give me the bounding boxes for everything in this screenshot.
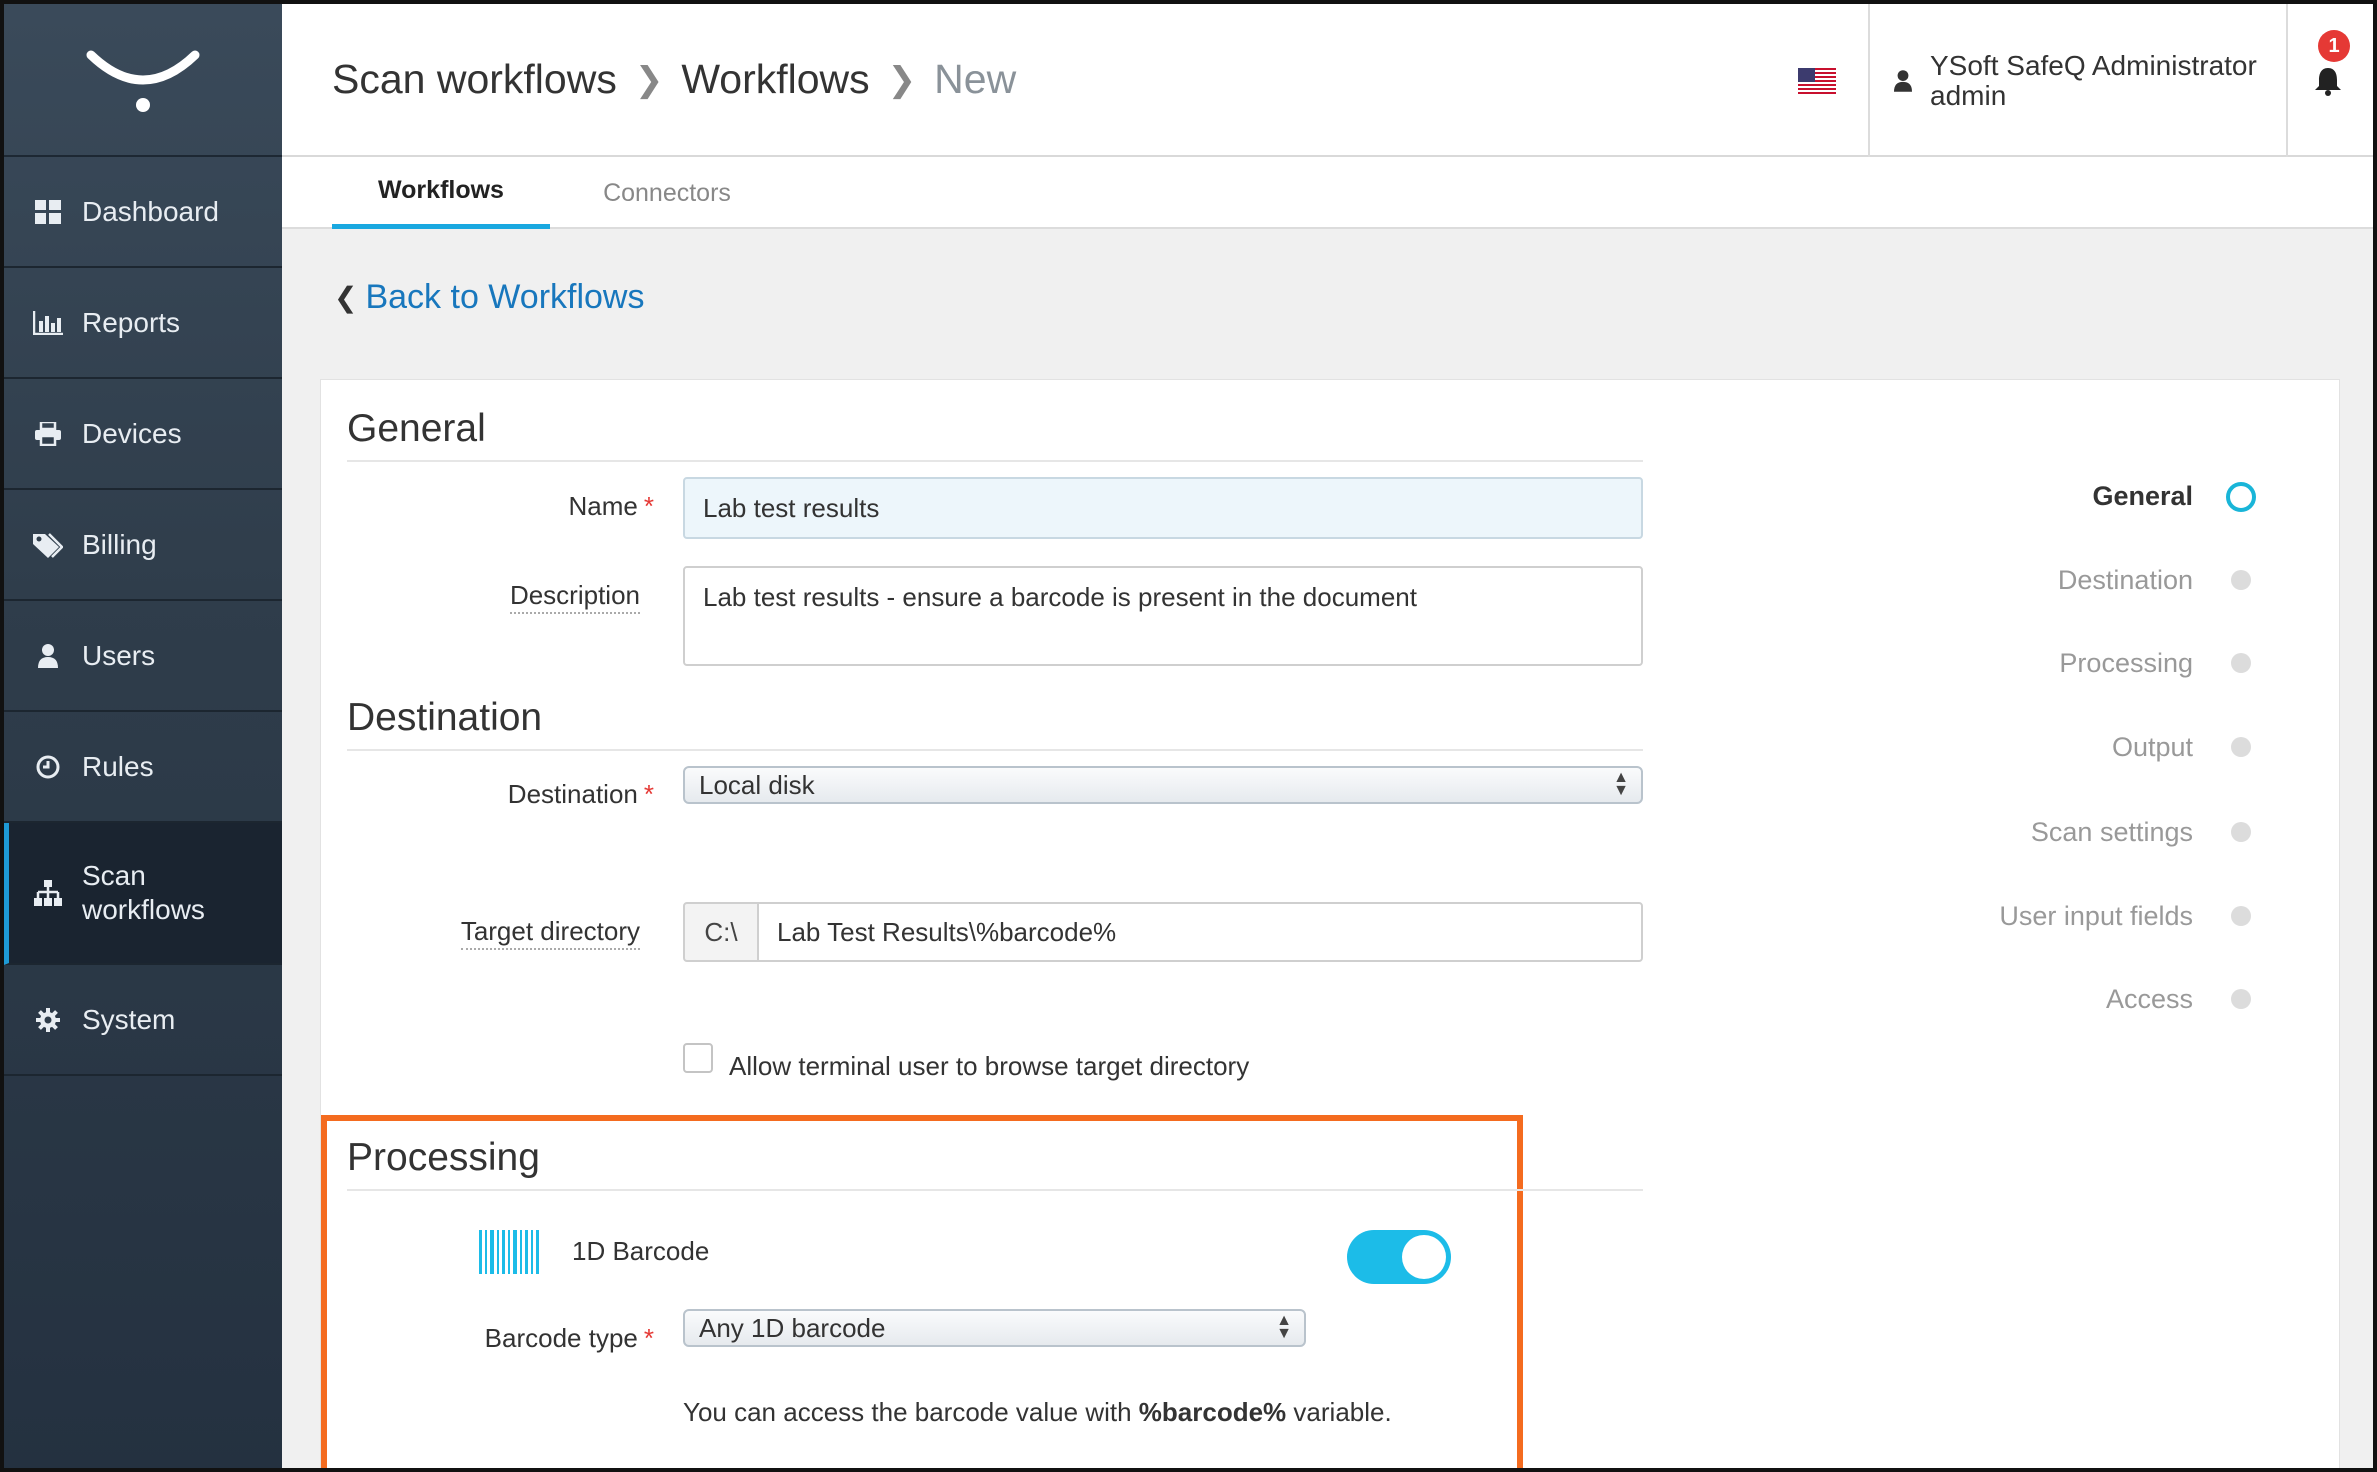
browse-directory-label: Allow terminal user to browse target dir… bbox=[729, 1051, 1250, 1081]
tags-icon bbox=[32, 529, 64, 561]
divider bbox=[347, 1189, 1643, 1191]
sidebar-item-rules[interactable]: Rules bbox=[4, 712, 282, 823]
section-processing-title: Processing bbox=[347, 1136, 540, 1179]
name-label: Name * bbox=[568, 491, 654, 521]
dashboard-grid-icon bbox=[32, 196, 64, 228]
description-label: Description bbox=[320, 580, 640, 614]
step-processing-dot bbox=[2231, 653, 2251, 673]
target-directory-field[interactable]: Lab Test Results\%barcode% bbox=[757, 902, 1643, 962]
sidebar-item-label: Reports bbox=[82, 306, 181, 338]
sidebar-item-label: Devices bbox=[82, 417, 182, 449]
notification-badge: 1 bbox=[2318, 30, 2350, 62]
section-destination-title: Destination bbox=[347, 696, 543, 739]
user-login: admin bbox=[1930, 79, 2007, 111]
divider bbox=[347, 749, 1643, 751]
sidebar-item-label: Rules bbox=[82, 750, 154, 782]
divider bbox=[347, 460, 1643, 462]
tab-bar: Workflows Connectors bbox=[282, 157, 2373, 229]
name-field[interactable]: Lab test results bbox=[683, 477, 1643, 539]
breadcrumb-workflows[interactable]: Workflows bbox=[681, 56, 869, 103]
user-icon bbox=[32, 640, 64, 672]
logo[interactable] bbox=[4, 4, 282, 157]
destination-label: Destination * bbox=[507, 779, 654, 809]
sidebar-item-label: Billing bbox=[82, 528, 157, 560]
sidebar-item-scan-workflows[interactable]: Scan workflows bbox=[4, 823, 282, 965]
barcode-type-value: Any 1D barcode bbox=[699, 1312, 886, 1343]
description-field[interactable]: Lab test results - ensure a barcode is p… bbox=[683, 566, 1643, 666]
notifications-button[interactable]: 1 bbox=[2288, 4, 2373, 157]
chevron-right-icon: ❯ bbox=[887, 60, 917, 99]
select-arrows-icon: ▲ ▼ bbox=[1613, 769, 1629, 799]
bell-icon bbox=[2315, 68, 2341, 96]
app-window: Dashboard Reports Devices Billing Users bbox=[0, 0, 2377, 1472]
section-general-title: General bbox=[347, 407, 486, 450]
top-header: Scan workflows ❯ Workflows ❯ New YSoft S… bbox=[282, 4, 2373, 157]
bar-chart-icon bbox=[32, 307, 64, 339]
step-scan-settings[interactable]: Scan settings bbox=[1793, 817, 2193, 848]
sidebar-item-label: System bbox=[82, 1003, 176, 1035]
sidebar-item-label: Users bbox=[82, 639, 156, 671]
breadcrumb-current: New bbox=[934, 56, 1017, 102]
back-to-workflows-link[interactable]: ❮ Back to Workflows bbox=[334, 278, 644, 317]
barcode-icon bbox=[479, 1230, 539, 1279]
barcode-variable: %barcode% bbox=[1138, 1397, 1287, 1427]
select-arrows-icon: ▲ ▼ bbox=[1276, 1312, 1292, 1342]
browse-directory-checkbox[interactable] bbox=[683, 1043, 713, 1073]
ysoft-smile-logo-icon bbox=[86, 50, 200, 112]
breadcrumb-scan-workflows[interactable]: Scan workflows bbox=[332, 56, 617, 103]
step-user-input-fields-dot bbox=[2231, 906, 2251, 926]
tab-connectors[interactable]: Connectors bbox=[572, 157, 762, 229]
step-access-dot bbox=[2231, 989, 2251, 1009]
step-destination[interactable]: Destination bbox=[1793, 565, 2193, 596]
step-processing[interactable]: Processing bbox=[1793, 648, 2193, 679]
sidebar: Dashboard Reports Devices Billing Users bbox=[4, 4, 282, 1468]
barcode-variable-note: You can access the barcode value with %b… bbox=[683, 1397, 1392, 1427]
barcode-type-label: Barcode type * bbox=[484, 1323, 654, 1353]
step-user-input-fields[interactable]: User input fields bbox=[1793, 901, 2193, 932]
user-menu[interactable]: YSoft SafeQ Administrator admin bbox=[1868, 4, 2288, 157]
sidebar-item-reports[interactable]: Reports bbox=[4, 268, 282, 379]
sidebar-item-users[interactable]: Users bbox=[4, 601, 282, 712]
tab-workflows[interactable]: Workflows bbox=[332, 157, 550, 229]
barcode-1d-label: 1D Barcode bbox=[572, 1236, 710, 1266]
sidebar-item-billing[interactable]: Billing bbox=[4, 490, 282, 601]
step-scan-settings-dot bbox=[2231, 822, 2251, 842]
step-destination-dot bbox=[2231, 570, 2251, 590]
chevron-left-icon: ❮ bbox=[334, 282, 358, 313]
step-output[interactable]: Output bbox=[1793, 732, 2193, 763]
sidebar-item-dashboard[interactable]: Dashboard bbox=[4, 157, 282, 268]
step-general[interactable]: General bbox=[1793, 481, 2193, 512]
destination-select[interactable]: Local disk ▲ ▼ bbox=[683, 766, 1643, 804]
drive-prefix: C:\ bbox=[683, 902, 759, 962]
step-access[interactable]: Access bbox=[1793, 984, 2193, 1015]
user-icon bbox=[1894, 69, 1912, 92]
chevron-right-icon: ❯ bbox=[634, 60, 664, 99]
barcode-type-select[interactable]: Any 1D barcode ▲ ▼ bbox=[683, 1309, 1306, 1347]
clock-icon bbox=[32, 751, 64, 783]
sidebar-item-system[interactable]: System bbox=[4, 965, 282, 1076]
toggle-knob bbox=[1402, 1235, 1446, 1279]
gear-icon bbox=[32, 1004, 64, 1036]
back-link-label: Back to Workflows bbox=[365, 278, 645, 316]
barcode-1d-toggle[interactable] bbox=[1347, 1230, 1451, 1284]
step-general-dot bbox=[2226, 482, 2256, 512]
sidebar-item-label: Dashboard bbox=[82, 195, 219, 227]
user-name: YSoft SafeQ Administrator bbox=[1930, 49, 2257, 81]
step-output-dot bbox=[2231, 737, 2251, 757]
sidebar-item-label: Scan workflows bbox=[82, 860, 205, 925]
breadcrumb: Scan workflows ❯ Workflows ❯ New bbox=[332, 56, 1016, 103]
us-flag-icon[interactable] bbox=[1798, 68, 1836, 94]
printer-icon bbox=[32, 418, 64, 450]
destination-value: Local disk bbox=[699, 769, 815, 800]
sidebar-item-devices[interactable]: Devices bbox=[4, 379, 282, 490]
target-directory-label: Target directory bbox=[320, 916, 640, 950]
sitemap-icon bbox=[32, 877, 64, 909]
